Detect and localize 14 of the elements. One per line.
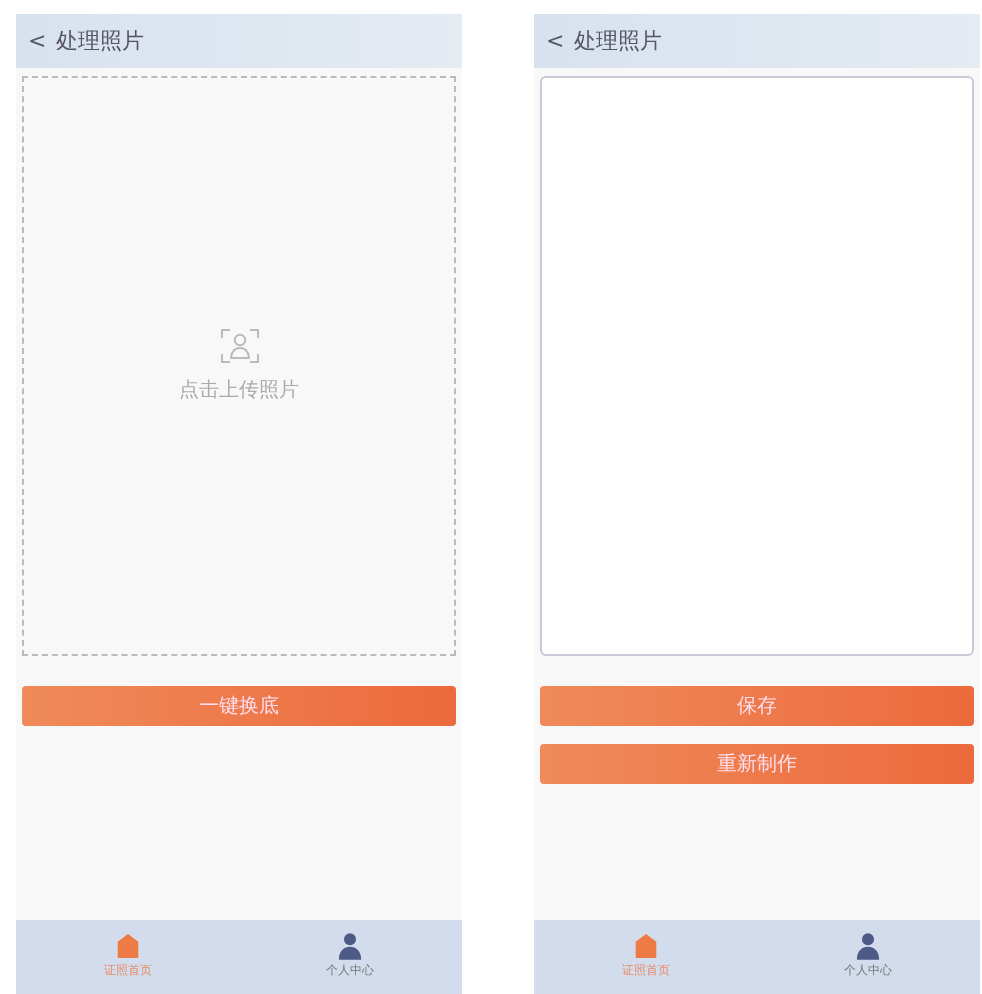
house-icon	[115, 932, 140, 960]
back-button[interactable]: <	[28, 28, 47, 54]
action-button[interactable]: 保存	[540, 686, 974, 726]
page-title: 处理照片	[56, 26, 145, 56]
upload-area[interactable]: 点击上传照片	[22, 76, 456, 656]
page-title: 处理照片	[574, 26, 663, 56]
action-button[interactable]: 重新制作	[540, 744, 974, 784]
action-button[interactable]: 一键换底	[22, 686, 456, 726]
upload-label: 点击上传照片	[179, 377, 299, 404]
back-button[interactable]: <	[546, 28, 565, 54]
person-frame-icon	[219, 328, 259, 364]
person-icon	[338, 932, 363, 960]
person-icon	[856, 932, 881, 960]
house-icon	[633, 932, 658, 960]
